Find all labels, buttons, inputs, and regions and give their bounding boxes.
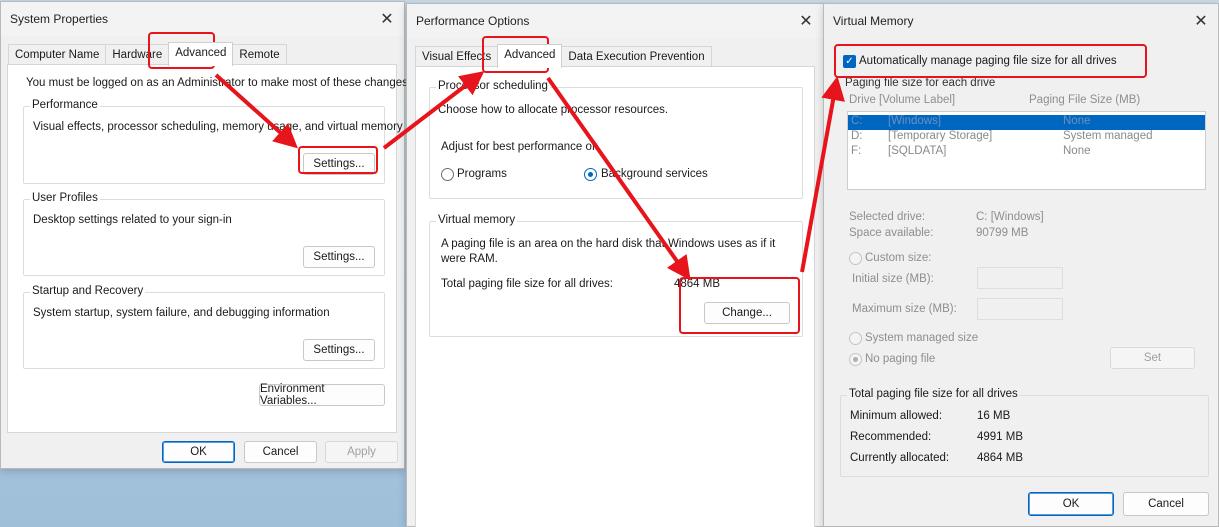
drive-letter: D: — [851, 130, 863, 142]
recommended-label: Recommended: — [850, 431, 932, 443]
drive-size: None — [1063, 145, 1091, 157]
selected-drive-label: Selected drive: — [849, 211, 926, 223]
initial-size-label: Initial size (MB): — [852, 273, 934, 285]
drive-label: [Windows] — [888, 115, 942, 127]
set-button[interactable]: Set — [1110, 347, 1195, 369]
ok-button[interactable]: OK — [1028, 492, 1114, 516]
programs-label: Programs — [457, 168, 507, 180]
advanced-tab-page: You must be logged on as an Administrato… — [7, 64, 411, 433]
virtual-memory-description-1: A paging file is an area on the hard dis… — [441, 238, 776, 250]
recommended-value: 4991 MB — [977, 431, 1024, 443]
maximum-size-input[interactable] — [977, 298, 1063, 320]
cancel-button[interactable]: Cancel — [1123, 492, 1209, 516]
tab-computer-name[interactable]: Computer Name — [8, 44, 107, 65]
startup-recovery-group: Startup and Recovery System startup, sys… — [23, 285, 385, 369]
drive-label: [SQLDATA] — [888, 145, 947, 157]
totals-group: Total paging file size for all drives Mi… — [840, 388, 1209, 477]
drive-letter: C: — [851, 115, 863, 127]
user-profiles-settings-button[interactable]: Settings... — [303, 246, 375, 268]
tab-data-execution-prevention[interactable]: Data Execution Prevention — [561, 46, 712, 67]
system-properties-window: System Properties ✕ Computer Name Hardwa… — [0, 1, 411, 469]
space-available-label: Space available: — [849, 227, 934, 239]
highlight-auto-manage — [834, 44, 1147, 78]
performance-options-tabs: Visual Effects Advanced Data Execution P… — [415, 44, 712, 68]
startup-recovery-title: Startup and Recovery — [30, 285, 146, 297]
close-icon[interactable]: ✕ — [370, 2, 404, 36]
custom-size-label: Custom size: — [865, 252, 932, 264]
user-profiles-group: User Profiles Desktop settings related t… — [23, 192, 385, 276]
highlight-change-button — [679, 277, 800, 334]
virtual-memory-window: Virtual Memory ✕ ✓ Automatically manage … — [823, 3, 1219, 527]
processor-scheduling-title: Processor scheduling — [436, 80, 550, 92]
virtual-memory-title: Virtual memory — [436, 214, 518, 226]
system-properties-titlebar: System Properties ✕ — [1, 2, 404, 36]
highlight-performance-settings — [298, 146, 378, 174]
performance-options-titlebar: Performance Options ✕ — [407, 4, 823, 38]
close-icon[interactable]: ✕ — [789, 4, 823, 38]
paging-group-title: Paging file size for each drive — [845, 77, 996, 89]
virtual-memory-description-2: were RAM. — [441, 253, 498, 265]
processor-description: Choose how to allocate processor resourc… — [438, 104, 669, 116]
drive-list[interactable]: C: [Windows] None D: [Temporary Storage]… — [847, 111, 1206, 190]
user-profiles-description: Desktop settings related to your sign-in — [33, 214, 232, 226]
list-item[interactable]: C: [Windows] None — [848, 115, 1205, 130]
currently-allocated-label: Currently allocated: — [850, 452, 950, 464]
admin-note: You must be logged on as an Administrato… — [26, 77, 412, 89]
currently-allocated-value: 4864 MB — [977, 452, 1024, 464]
window-title: Performance Options — [416, 14, 530, 28]
tab-advanced[interactable]: Advanced — [168, 42, 234, 66]
performance-options-window: Performance Options ✕ Visual Effects Adv… — [406, 3, 824, 527]
no-paging-label: No paging file — [865, 353, 936, 365]
drive-letter: F: — [851, 145, 862, 157]
system-managed-radio[interactable] — [849, 332, 862, 345]
column-drive-header: Drive [Volume Label] — [849, 94, 956, 106]
startup-recovery-settings-button[interactable]: Settings... — [303, 339, 375, 361]
virtual-memory-titlebar: Virtual Memory ✕ — [824, 4, 1218, 38]
selected-drive-value: C: [Windows] — [976, 211, 1044, 223]
space-available-value: 90799 MB — [976, 227, 1029, 239]
maximum-size-label: Maximum size (MB): — [852, 303, 957, 315]
minimum-allowed-value: 16 MB — [977, 410, 1011, 422]
custom-size-radio[interactable] — [849, 252, 862, 265]
window-title: System Properties — [10, 12, 109, 26]
adjust-label: Adjust for best performance of: — [441, 141, 599, 153]
list-item[interactable]: D: [Temporary Storage] System managed — [848, 130, 1205, 145]
apply-button[interactable]: Apply — [325, 441, 398, 463]
column-size-header: Paging File Size (MB) — [1029, 94, 1141, 106]
list-item[interactable]: F: [SQLDATA] None — [848, 145, 1205, 160]
environment-variables-button[interactable]: Environment Variables... — [259, 383, 385, 407]
programs-radio[interactable] — [441, 168, 454, 181]
total-paging-label: Total paging file size for all drives: — [441, 278, 613, 290]
tab-remote[interactable]: Remote — [232, 44, 287, 65]
system-properties-tabs: Computer Name Hardware Advanced Remote — [8, 42, 287, 66]
processor-scheduling-group: Processor scheduling Choose how to alloc… — [429, 80, 803, 199]
tab-advanced[interactable]: Advanced — [497, 44, 563, 68]
cancel-button[interactable]: Cancel — [244, 441, 317, 463]
drive-size: None — [1063, 115, 1091, 127]
background-services-radio[interactable] — [584, 168, 597, 181]
system-managed-label: System managed size — [865, 332, 979, 344]
startup-recovery-description: System startup, system failure, and debu… — [33, 307, 330, 319]
minimum-allowed-label: Minimum allowed: — [850, 410, 943, 422]
window-title: Virtual Memory — [833, 14, 914, 28]
no-paging-radio[interactable] — [849, 353, 862, 366]
drive-label: [Temporary Storage] — [888, 130, 993, 142]
background-services-label: Background services — [601, 168, 708, 180]
drive-size: System managed — [1063, 130, 1153, 142]
performance-description: Visual effects, processor scheduling, me… — [33, 121, 403, 133]
performance-title: Performance — [30, 99, 100, 111]
initial-size-input[interactable] — [977, 267, 1063, 289]
user-profiles-title: User Profiles — [30, 192, 100, 204]
totals-title: Total paging file size for all drives — [847, 388, 1020, 400]
close-icon[interactable]: ✕ — [1184, 4, 1218, 38]
ok-button[interactable]: OK — [162, 441, 235, 463]
